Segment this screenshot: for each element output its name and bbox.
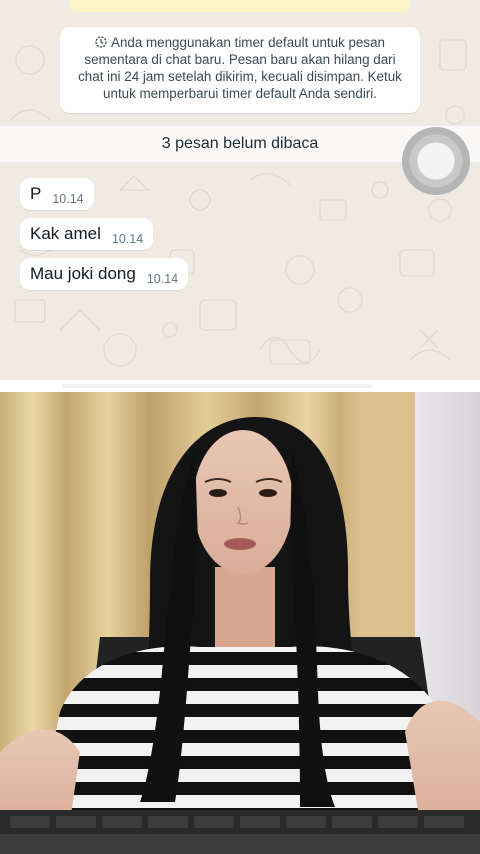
timer-icon: [95, 36, 107, 48]
message-time: 10.14: [111, 231, 144, 246]
section-divider: [0, 380, 480, 392]
message-bubble[interactable]: Mau joki dong 10.14: [20, 258, 189, 290]
camera-scene: [0, 392, 480, 854]
scroll-down-icon[interactable]: [402, 127, 470, 195]
message-time: 10.14: [52, 191, 84, 206]
camera-video-feed: [0, 392, 480, 854]
disappearing-notice-text: Anda menggunakan timer default untuk pes…: [78, 35, 402, 101]
chat-screenshot: Anda menggunakan timer default untuk pes…: [0, 0, 480, 390]
unread-banner-label: 3 pesan belum dibaca: [161, 135, 319, 152]
message-text: Mau joki dong: [30, 264, 136, 283]
previous-message-bubble: [70, 0, 410, 12]
message-text: Kak amel: [30, 224, 101, 243]
divider-bar: [62, 384, 372, 388]
message-text: P: [30, 184, 42, 203]
message-bubble[interactable]: Kak amel 10.14: [20, 218, 154, 250]
message-bubble[interactable]: P 10.14: [20, 178, 94, 210]
message-time: 10.14: [146, 271, 179, 286]
disappearing-messages-notice[interactable]: Anda menggunakan timer default untuk pes…: [60, 27, 420, 113]
